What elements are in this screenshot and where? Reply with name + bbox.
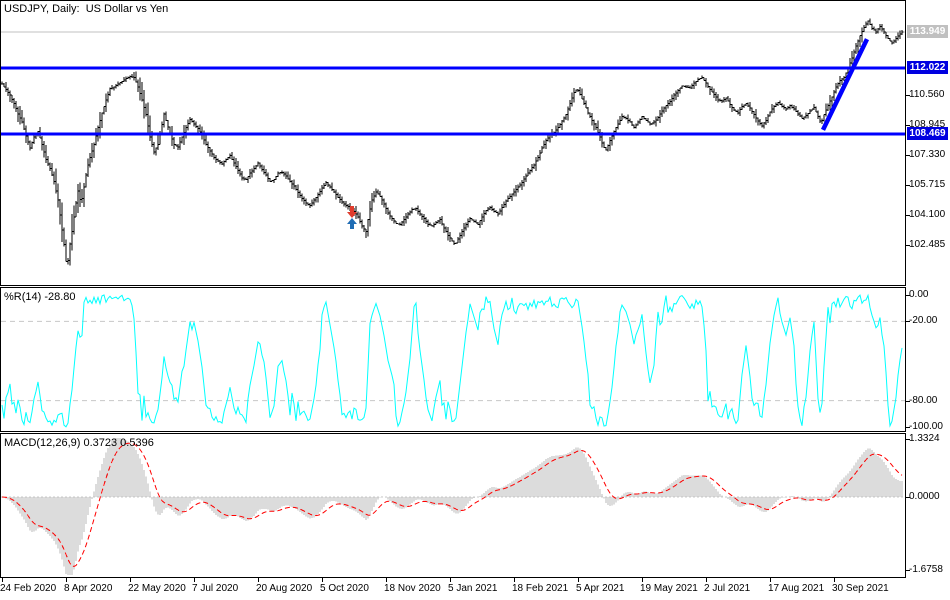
time-tick bbox=[642, 578, 643, 582]
macd-axis-label: 0.0000 bbox=[909, 491, 940, 503]
date-label: 20 Aug 2020 bbox=[256, 583, 312, 594]
macd-axis-label: -1.6758 bbox=[909, 564, 943, 576]
time-tick bbox=[258, 578, 259, 582]
date-label: 24 Feb 2020 bbox=[0, 583, 56, 594]
date-label: 7 Jul 2020 bbox=[192, 583, 238, 594]
price-axis-label: 105.715 bbox=[909, 179, 945, 191]
date-label: 18 Nov 2020 bbox=[384, 583, 441, 594]
resistance-level-badge: 112.022 bbox=[907, 61, 948, 74]
price-axis-label: 102.485 bbox=[909, 239, 945, 251]
date-label: 5 Jan 2021 bbox=[448, 583, 498, 594]
date-label: 5 Apr 2021 bbox=[576, 583, 624, 594]
macd-axis-label: 1.3324 bbox=[909, 433, 940, 445]
date-label: 2 Jul 2021 bbox=[704, 583, 750, 594]
date-label: 17 Aug 2021 bbox=[768, 583, 824, 594]
date-label: 18 Feb 2021 bbox=[512, 583, 568, 594]
macd-indicator-canvas[interactable] bbox=[1, 434, 905, 577]
macd-label: MACD(12,26,9) 0.3723 0.5396 bbox=[4, 437, 154, 449]
wpr-indicator-panel[interactable] bbox=[0, 287, 906, 432]
wpr-label: %R(14) -28.80 bbox=[4, 291, 76, 303]
wpr-axis-label: 0.00 bbox=[909, 289, 928, 301]
wpr-axis-label: -100.00 bbox=[909, 421, 943, 433]
price-bars bbox=[1, 19, 904, 266]
current-price-badge: 113.949 bbox=[907, 25, 948, 38]
wpr-indicator-canvas[interactable] bbox=[1, 288, 905, 431]
chart-window: USDJPY, Daily: US Dollar vs Yen %R(14) -… bbox=[0, 0, 950, 600]
time-tick bbox=[2, 578, 3, 582]
date-label: 30 Sep 2021 bbox=[832, 583, 889, 594]
wpr-line bbox=[2, 295, 902, 427]
macd-histogram bbox=[2, 438, 902, 575]
price-chart-panel[interactable] bbox=[0, 0, 906, 286]
time-tick bbox=[450, 578, 451, 582]
time-tick bbox=[322, 578, 323, 582]
date-label: 19 May 2021 bbox=[640, 583, 698, 594]
price-axis-label: 104.100 bbox=[909, 209, 945, 221]
time-tick bbox=[194, 578, 195, 582]
macd-indicator-panel[interactable] bbox=[0, 433, 906, 578]
time-tick bbox=[386, 578, 387, 582]
price-chart-canvas[interactable] bbox=[1, 1, 905, 285]
time-tick bbox=[66, 578, 67, 582]
price-axis-label: 107.330 bbox=[909, 149, 945, 161]
time-tick bbox=[578, 578, 579, 582]
price-axis-label: 110.560 bbox=[909, 89, 944, 101]
trend-line[interactable] bbox=[823, 39, 867, 130]
time-tick bbox=[514, 578, 515, 582]
time-tick bbox=[130, 578, 131, 582]
date-label: 5 Oct 2020 bbox=[320, 583, 369, 594]
time-tick bbox=[834, 578, 835, 582]
wpr-axis-label: -80.00 bbox=[909, 395, 937, 407]
chart-title: USDJPY, Daily: US Dollar vs Yen bbox=[4, 3, 168, 15]
buy-arrow-icon[interactable] bbox=[347, 218, 357, 229]
time-tick bbox=[770, 578, 771, 582]
price-axis-label: 108.945 bbox=[909, 119, 945, 131]
wpr-axis-label: -20.00 bbox=[909, 315, 937, 327]
time-tick bbox=[706, 578, 707, 582]
date-label: 8 Apr 2020 bbox=[64, 583, 112, 594]
date-label: 22 May 2020 bbox=[128, 583, 186, 594]
